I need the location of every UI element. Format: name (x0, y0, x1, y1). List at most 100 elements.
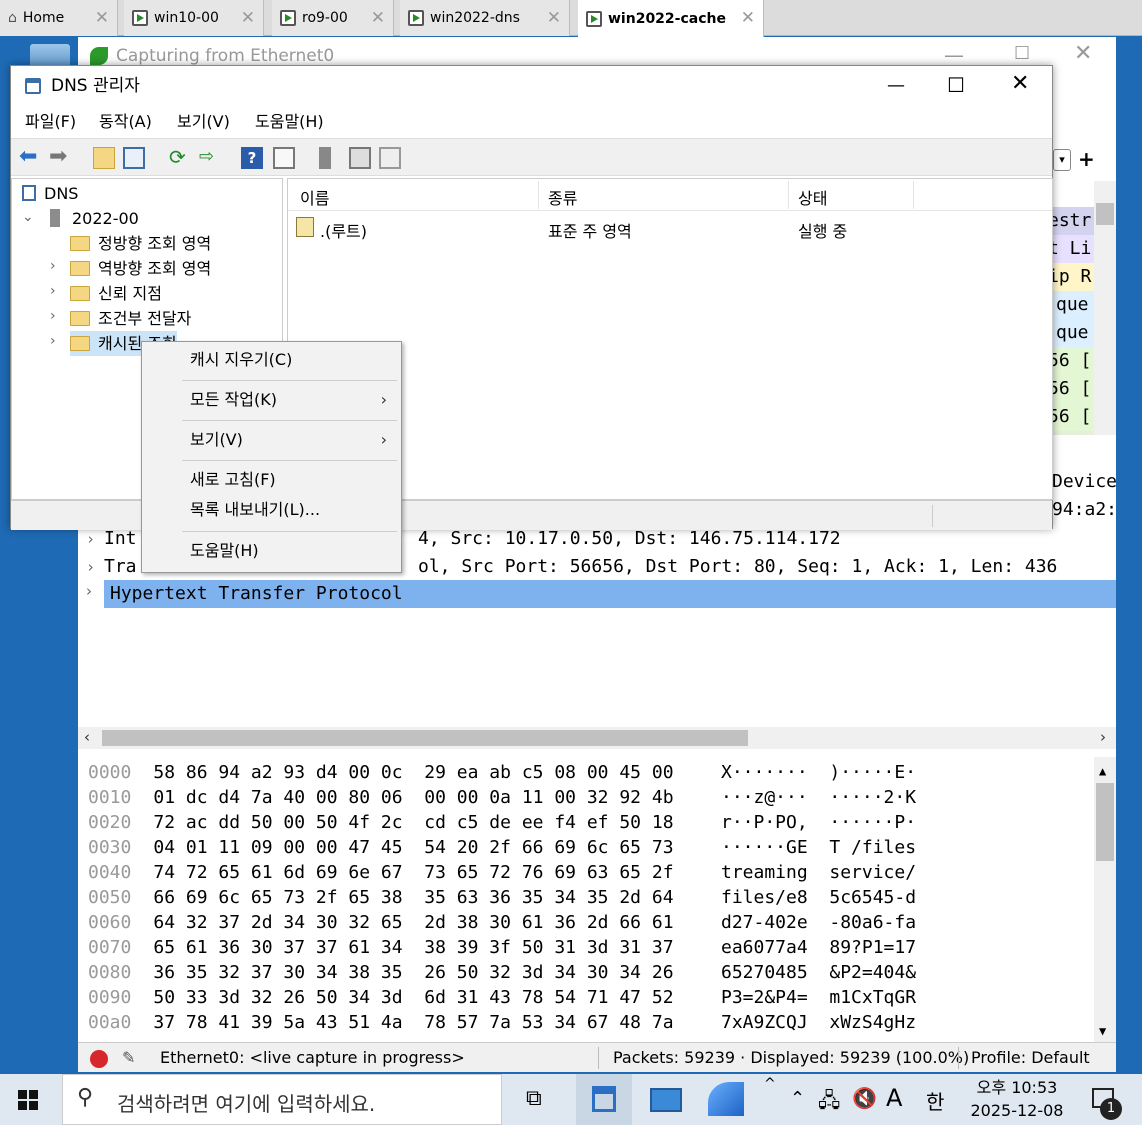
expand-arrow-icon[interactable]: › (86, 582, 92, 600)
detail-icon[interactable] (379, 147, 401, 169)
close-icon[interactable]: ✕ (741, 8, 755, 28)
expand-arrow-icon[interactable]: › (50, 258, 56, 274)
back-icon[interactable]: ⬅ (19, 146, 41, 169)
scrollbar-thumb[interactable] (102, 730, 748, 746)
profile-status[interactable]: Profile: Default (971, 1043, 1090, 1073)
packet-row[interactable]: 56 [ (1048, 347, 1098, 375)
show-hide-tree-icon[interactable] (123, 147, 145, 169)
scrollbar-thumb[interactable] (1096, 203, 1114, 225)
expand-arrow-icon[interactable]: › (50, 308, 56, 324)
tree-item-trust-points[interactable]: 신뢰 지점 (70, 281, 162, 306)
packet-list-fragment[interactable]: estr t Li ip R que que 56 [ 56 [ 56 [ (1048, 207, 1098, 435)
chevron-up-icon[interactable]: ⌃ (790, 1088, 805, 1109)
scrollbar[interactable] (1094, 181, 1116, 435)
hex-row[interactable]: 0060 64 32 37 2d 34 30 32 65 2d 38 30 61 … (88, 910, 916, 935)
close-icon[interactable]: ✕ (1011, 64, 1029, 104)
start-button[interactable] (0, 1074, 60, 1125)
taskbar-app-dns[interactable] (576, 1074, 632, 1125)
vm-tab-win10-00[interactable]: win10-00 ✕ (124, 0, 264, 36)
edit-comment-icon[interactable]: ✎ (122, 1043, 135, 1073)
hex-row[interactable]: 0070 65 61 36 30 37 37 61 34 38 39 3f 50 … (88, 935, 916, 960)
close-icon[interactable]: ✕ (371, 8, 385, 28)
menu-help[interactable]: 도움말(H) (255, 106, 324, 138)
packet-row[interactable]: 56 [ (1048, 403, 1098, 431)
minimize-icon[interactable]: — (944, 43, 964, 67)
menu-item-export-list[interactable]: 목록 내보내기(L)... (190, 497, 320, 523)
hex-row[interactable]: 0030 04 01 11 09 00 00 47 45 54 20 2f 66 … (88, 835, 916, 860)
up-folder-icon[interactable] (93, 147, 115, 169)
minimize-icon[interactable]: — (887, 66, 905, 106)
detail-row-tcp[interactable]: › Tra (86, 554, 137, 580)
task-view-icon[interactable]: ⧉ (526, 1086, 542, 1111)
export-list-icon[interactable]: ⇨ (199, 147, 221, 169)
scroll-down-icon[interactable]: ▼ (1099, 1019, 1106, 1044)
server-icon[interactable] (319, 147, 331, 169)
hex-row[interactable]: 0050 66 69 6c 65 73 2f 65 38 35 63 36 35 … (88, 885, 916, 910)
expand-arrow-icon[interactable]: › (50, 283, 56, 299)
tree-item-forward-zones[interactable]: 정방향 조회 영역 (70, 231, 211, 256)
column-name[interactable]: 이름 (300, 185, 329, 209)
column-type[interactable]: 종류 (548, 185, 577, 209)
add-filter-icon[interactable]: + (1078, 147, 1095, 171)
hex-row[interactable]: 0020 72 ac dd 50 00 50 4f 2c cd c5 de ee … (88, 810, 916, 835)
menu-item-help[interactable]: 도움말(H) (190, 538, 259, 564)
horizontal-scrollbar[interactable]: ‹ › (78, 727, 1116, 749)
tree-item-dns-root[interactable]: DNS (22, 181, 78, 206)
packet-row[interactable]: que (1048, 291, 1098, 319)
clock[interactable]: 오후 10:53 2025-12-08 (962, 1076, 1072, 1123)
scroll-left-icon[interactable]: ‹ (84, 728, 90, 746)
menu-action[interactable]: 동작(A) (99, 106, 152, 138)
menu-item-clear-cache[interactable]: 캐시 지우기(C) (190, 347, 292, 373)
stop-capture-icon[interactable] (90, 1050, 108, 1068)
hex-row[interactable]: 0090 50 33 3d 32 26 50 34 3d 6d 31 43 78 … (88, 985, 916, 1010)
properties-icon[interactable] (273, 147, 295, 169)
forward-icon[interactable]: ➡ (49, 146, 71, 169)
packet-row[interactable]: ip R (1048, 263, 1098, 291)
close-icon[interactable]: ✕ (1074, 41, 1092, 66)
packet-row[interactable]: 56 [ (1048, 375, 1098, 403)
scroll-right-icon[interactable]: › (1100, 728, 1106, 746)
scrollbar-thumb[interactable] (1096, 783, 1114, 861)
list-icon[interactable] (349, 147, 371, 169)
vm-tab-win2022-dns[interactable]: win2022-dns ✕ (400, 0, 570, 36)
hex-row[interactable]: 0040 74 72 65 61 6d 69 6e 67 73 65 72 76 … (88, 860, 916, 885)
scroll-up-icon[interactable]: ▲ (1099, 759, 1106, 784)
search-box[interactable]: ⚲ 검색하려면 여기에 입력하세요. (62, 1074, 502, 1125)
packet-row[interactable]: que (1048, 319, 1098, 347)
vm-tab-ro9-00[interactable]: ro9-00 ✕ (272, 0, 394, 36)
packet-row[interactable]: estr (1048, 207, 1098, 235)
packet-row[interactable]: t Li (1048, 235, 1098, 263)
tree-item-conditional-forwarders[interactable]: 조건부 전달자 (70, 306, 191, 331)
volume-muted-icon[interactable]: 🔇 (852, 1086, 877, 1110)
detail-row-http-selected[interactable]: Hypertext Transfer Protocol (104, 580, 1116, 608)
filter-dropdown-icon[interactable]: ▾ (1053, 149, 1071, 171)
close-icon[interactable]: ✕ (241, 8, 255, 28)
server-manager-icon[interactable] (650, 1088, 682, 1112)
hex-row[interactable]: 0010 01 dc d4 7a 40 00 80 06 00 00 0a 11 … (88, 785, 916, 810)
tree-item-server[interactable]: 2022-00 (50, 206, 139, 231)
refresh-icon[interactable]: ⟳ (169, 147, 191, 169)
menu-view[interactable]: 보기(V) (177, 106, 230, 138)
menu-item-view[interactable]: 보기(V) (190, 427, 243, 453)
tree-item-reverse-zones[interactable]: 역방향 조회 영역 (70, 256, 211, 281)
vm-tab-win2022-cache[interactable]: win2022-cache ✕ (578, 0, 764, 37)
packet-bytes-pane[interactable]: 0000 58 86 94 a2 93 d4 00 0c 29 ea ab c5 … (78, 757, 1116, 1042)
vm-tab-home[interactable]: ⌂ Home ✕ (0, 0, 118, 36)
menu-file[interactable]: 파일(F) (25, 106, 76, 138)
maximize-icon[interactable]: ☐ (1014, 43, 1030, 64)
hex-row[interactable]: 0000 58 86 94 a2 93 d4 00 0c 29 ea ab c5 … (88, 760, 916, 785)
collapse-arrow-icon[interactable]: ⌄ (22, 209, 34, 225)
network-icon[interactable]: 🖧 (818, 1086, 840, 1120)
maximize-icon[interactable]: ☐ (947, 65, 965, 105)
language-indicator[interactable]: 한 (926, 1086, 944, 1115)
chevron-up-icon[interactable]: ^ (764, 1076, 776, 1092)
hex-row[interactable]: 00a0 37 78 41 39 5a 43 51 4a 78 57 7a 53 … (88, 1010, 916, 1035)
list-item[interactable]: .(루트) 표준 주 영역 실행 중 (294, 215, 1034, 241)
scrollbar[interactable]: ▲ ▼ (1094, 757, 1116, 1042)
wireshark-icon[interactable] (708, 1082, 744, 1116)
ime-mode[interactable]: A (886, 1084, 902, 1112)
menu-item-all-tasks[interactable]: 모든 작업(K) (190, 387, 387, 413)
expand-arrow-icon[interactable]: › (50, 333, 56, 349)
close-icon[interactable]: ✕ (95, 8, 109, 28)
close-icon[interactable]: ✕ (547, 8, 561, 28)
